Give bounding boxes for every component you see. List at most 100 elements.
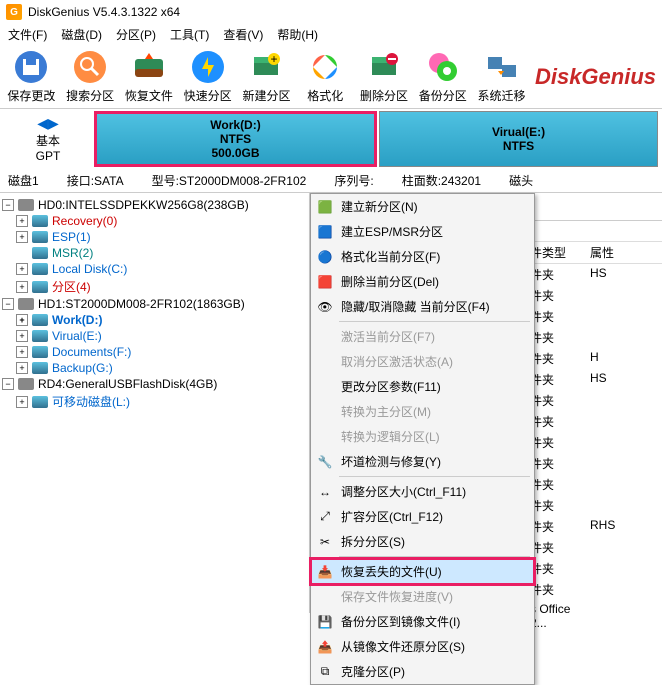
menu-help[interactable]: 帮助(H) [277, 26, 318, 43]
resize-icon: ↔ [317, 484, 333, 500]
ctx-logical: 转换为逻辑分区(L) [311, 424, 534, 449]
tree-documentsf[interactable]: +Documents(F:) [16, 344, 307, 360]
ctx-backup-img[interactable]: 💾备份分区到镜像文件(I) [311, 609, 534, 634]
ctx-delete[interactable]: 🟥删除当前分区(Del) [311, 269, 534, 294]
migrate-button[interactable]: 系统迁移 [476, 49, 527, 104]
disk-icon [18, 199, 34, 211]
svg-text:+: + [271, 52, 278, 66]
partition-bar: ◀▶ 基本 GPT Work(D:) NTFS 500.0GB Virual(E… [0, 109, 662, 169]
nav-column: ◀▶ 基本 GPT [4, 111, 92, 167]
partition-icon [32, 263, 48, 275]
save-icon [13, 49, 49, 85]
partition-icon [32, 330, 48, 342]
collapse-icon[interactable]: − [2, 378, 14, 390]
partition-icon [32, 231, 48, 243]
tree-esp[interactable]: +ESP(1) [16, 229, 307, 245]
recover-button[interactable]: 恢复文件 [124, 49, 175, 104]
tree-msr[interactable]: MSR(2) [16, 245, 307, 261]
ctx-format[interactable]: 🔵格式化当前分区(F) [311, 244, 534, 269]
nav-gpt-label: GPT [4, 149, 92, 163]
status-bar: 磁盘1 接口:SATA 型号:ST2000DM008-2FR102 序列号: 柱… [0, 169, 662, 193]
delete-icon [366, 49, 402, 85]
expand-icon[interactable]: + [16, 281, 28, 293]
ctx-save-progress: 保存文件恢复进度(V) [311, 584, 534, 609]
esp-icon: 🟦 [317, 224, 333, 240]
tree-removable[interactable]: +可移动磁盘(L:) [16, 392, 307, 411]
ctx-hide[interactable]: 👁隐藏/取消隐藏 当前分区(F4) [311, 294, 534, 319]
col-type[interactable]: 件类型 [530, 244, 590, 261]
backup-button[interactable]: 备份分区 [417, 49, 468, 104]
tree-part4[interactable]: +分区(4) [16, 277, 307, 296]
new-partition-icon: 🟩 [317, 199, 333, 215]
partition-icon [32, 247, 48, 259]
recover-icon [131, 49, 167, 85]
backup-icon [425, 49, 461, 85]
format-icon [307, 49, 343, 85]
delete-button[interactable]: 删除分区 [359, 49, 410, 104]
app-icon: G [6, 4, 22, 20]
collapse-icon[interactable]: − [2, 298, 14, 310]
backup-img-icon: 💾 [317, 614, 333, 630]
titlebar: G DiskGenius V5.4.3.1322 x64 [0, 0, 662, 24]
partition-icon [32, 314, 48, 326]
ctx-badsector[interactable]: 🔧坏道检测与修复(Y) [311, 449, 534, 474]
expand-icon[interactable]: + [16, 215, 28, 227]
ctx-esp-msr[interactable]: 🟦建立ESP/MSR分区 [311, 219, 534, 244]
tree-rd4[interactable]: −RD4:GeneralUSBFlashDisk(4GB) [2, 376, 307, 392]
partition-icon [32, 362, 48, 374]
menu-file[interactable]: 文件(F) [8, 26, 47, 43]
quick-icon [190, 49, 226, 85]
ctx-restore-img[interactable]: 📤从镜像文件还原分区(S) [311, 634, 534, 659]
search-button[interactable]: 搜索分区 [65, 49, 116, 104]
tree-hd1[interactable]: −HD1:ST2000DM008-2FR102(1863GB) [2, 296, 307, 312]
ctx-primary: 转换为主分区(M) [311, 399, 534, 424]
disk-icon [18, 378, 34, 390]
ctx-split[interactable]: ✂拆分分区(S) [311, 529, 534, 554]
partition-virtual[interactable]: Virual(E:) NTFS [379, 111, 658, 167]
split-icon: ✂ [317, 534, 333, 550]
menu-disk[interactable]: 磁盘(D) [61, 26, 102, 43]
new-icon: + [248, 49, 284, 85]
tree-localc[interactable]: +Local Disk(C:) [16, 261, 307, 277]
partition-icon [32, 281, 48, 293]
expand-icon[interactable]: + [16, 231, 28, 243]
nav-arrows-icon[interactable]: ◀▶ [4, 115, 92, 132]
menu-view[interactable]: 查看(V) [223, 26, 263, 43]
expand-icon[interactable]: + [16, 314, 28, 326]
partition-work[interactable]: Work(D:) NTFS 500.0GB [94, 111, 377, 167]
save-button[interactable]: 保存更改 [6, 49, 57, 104]
new-button[interactable]: + 新建分区 [241, 49, 292, 104]
menu-partition[interactable]: 分区(P) [116, 26, 156, 43]
expand-icon[interactable]: + [16, 362, 28, 374]
quick-button[interactable]: 快速分区 [182, 49, 233, 104]
separator [339, 476, 530, 477]
expand-icon[interactable]: + [16, 346, 28, 358]
partition-icon [32, 215, 48, 227]
tree-backupg[interactable]: +Backup(G:) [16, 360, 307, 376]
main-area: −HD0:INTELSSDPEKKW256G8(238GB) +Recovery… [0, 193, 662, 613]
ctx-clone[interactable]: ⧉克隆分区(P) [311, 659, 534, 684]
ctx-new-partition[interactable]: 🟩建立新分区(N) [311, 194, 534, 219]
tree-viruale[interactable]: +Virual(E:) [16, 328, 307, 344]
col-attr[interactable]: 属性 [590, 244, 650, 261]
clone-icon: ⧉ [317, 664, 333, 680]
ctx-resize[interactable]: ↔调整分区大小(Ctrl_F11) [311, 479, 534, 504]
expand-icon[interactable]: + [16, 396, 28, 408]
expand-icon[interactable]: + [16, 263, 28, 275]
tree-hd0[interactable]: −HD0:INTELSSDPEKKW256G8(238GB) [2, 197, 307, 213]
menu-tools[interactable]: 工具(T) [170, 26, 209, 43]
disk-icon [18, 298, 34, 310]
right-pane: 分 ⬆ 件类型 属性 件夹HS 件夹 件夹 件夹 件夹H 件夹HS 件夹 件夹 … [310, 193, 662, 613]
ctx-params[interactable]: 更改分区参数(F11) [311, 374, 534, 399]
ctx-deactivate: 取消分区激活状态(A) [311, 349, 534, 374]
tree-recovery[interactable]: +Recovery(0) [16, 213, 307, 229]
ctx-recover-files[interactable]: 📥恢复丢失的文件(U) [311, 559, 534, 584]
tree-workd[interactable]: +Work(D:) [16, 312, 307, 328]
recover-files-icon: 📥 [317, 564, 333, 580]
format-icon: 🔵 [317, 249, 333, 265]
ctx-activate: 激活当前分区(F7) [311, 324, 534, 349]
format-button[interactable]: 格式化 [300, 49, 351, 104]
ctx-extend[interactable]: ⤢扩容分区(Ctrl_F12) [311, 504, 534, 529]
expand-icon[interactable]: + [16, 330, 28, 342]
collapse-icon[interactable]: − [2, 199, 14, 211]
